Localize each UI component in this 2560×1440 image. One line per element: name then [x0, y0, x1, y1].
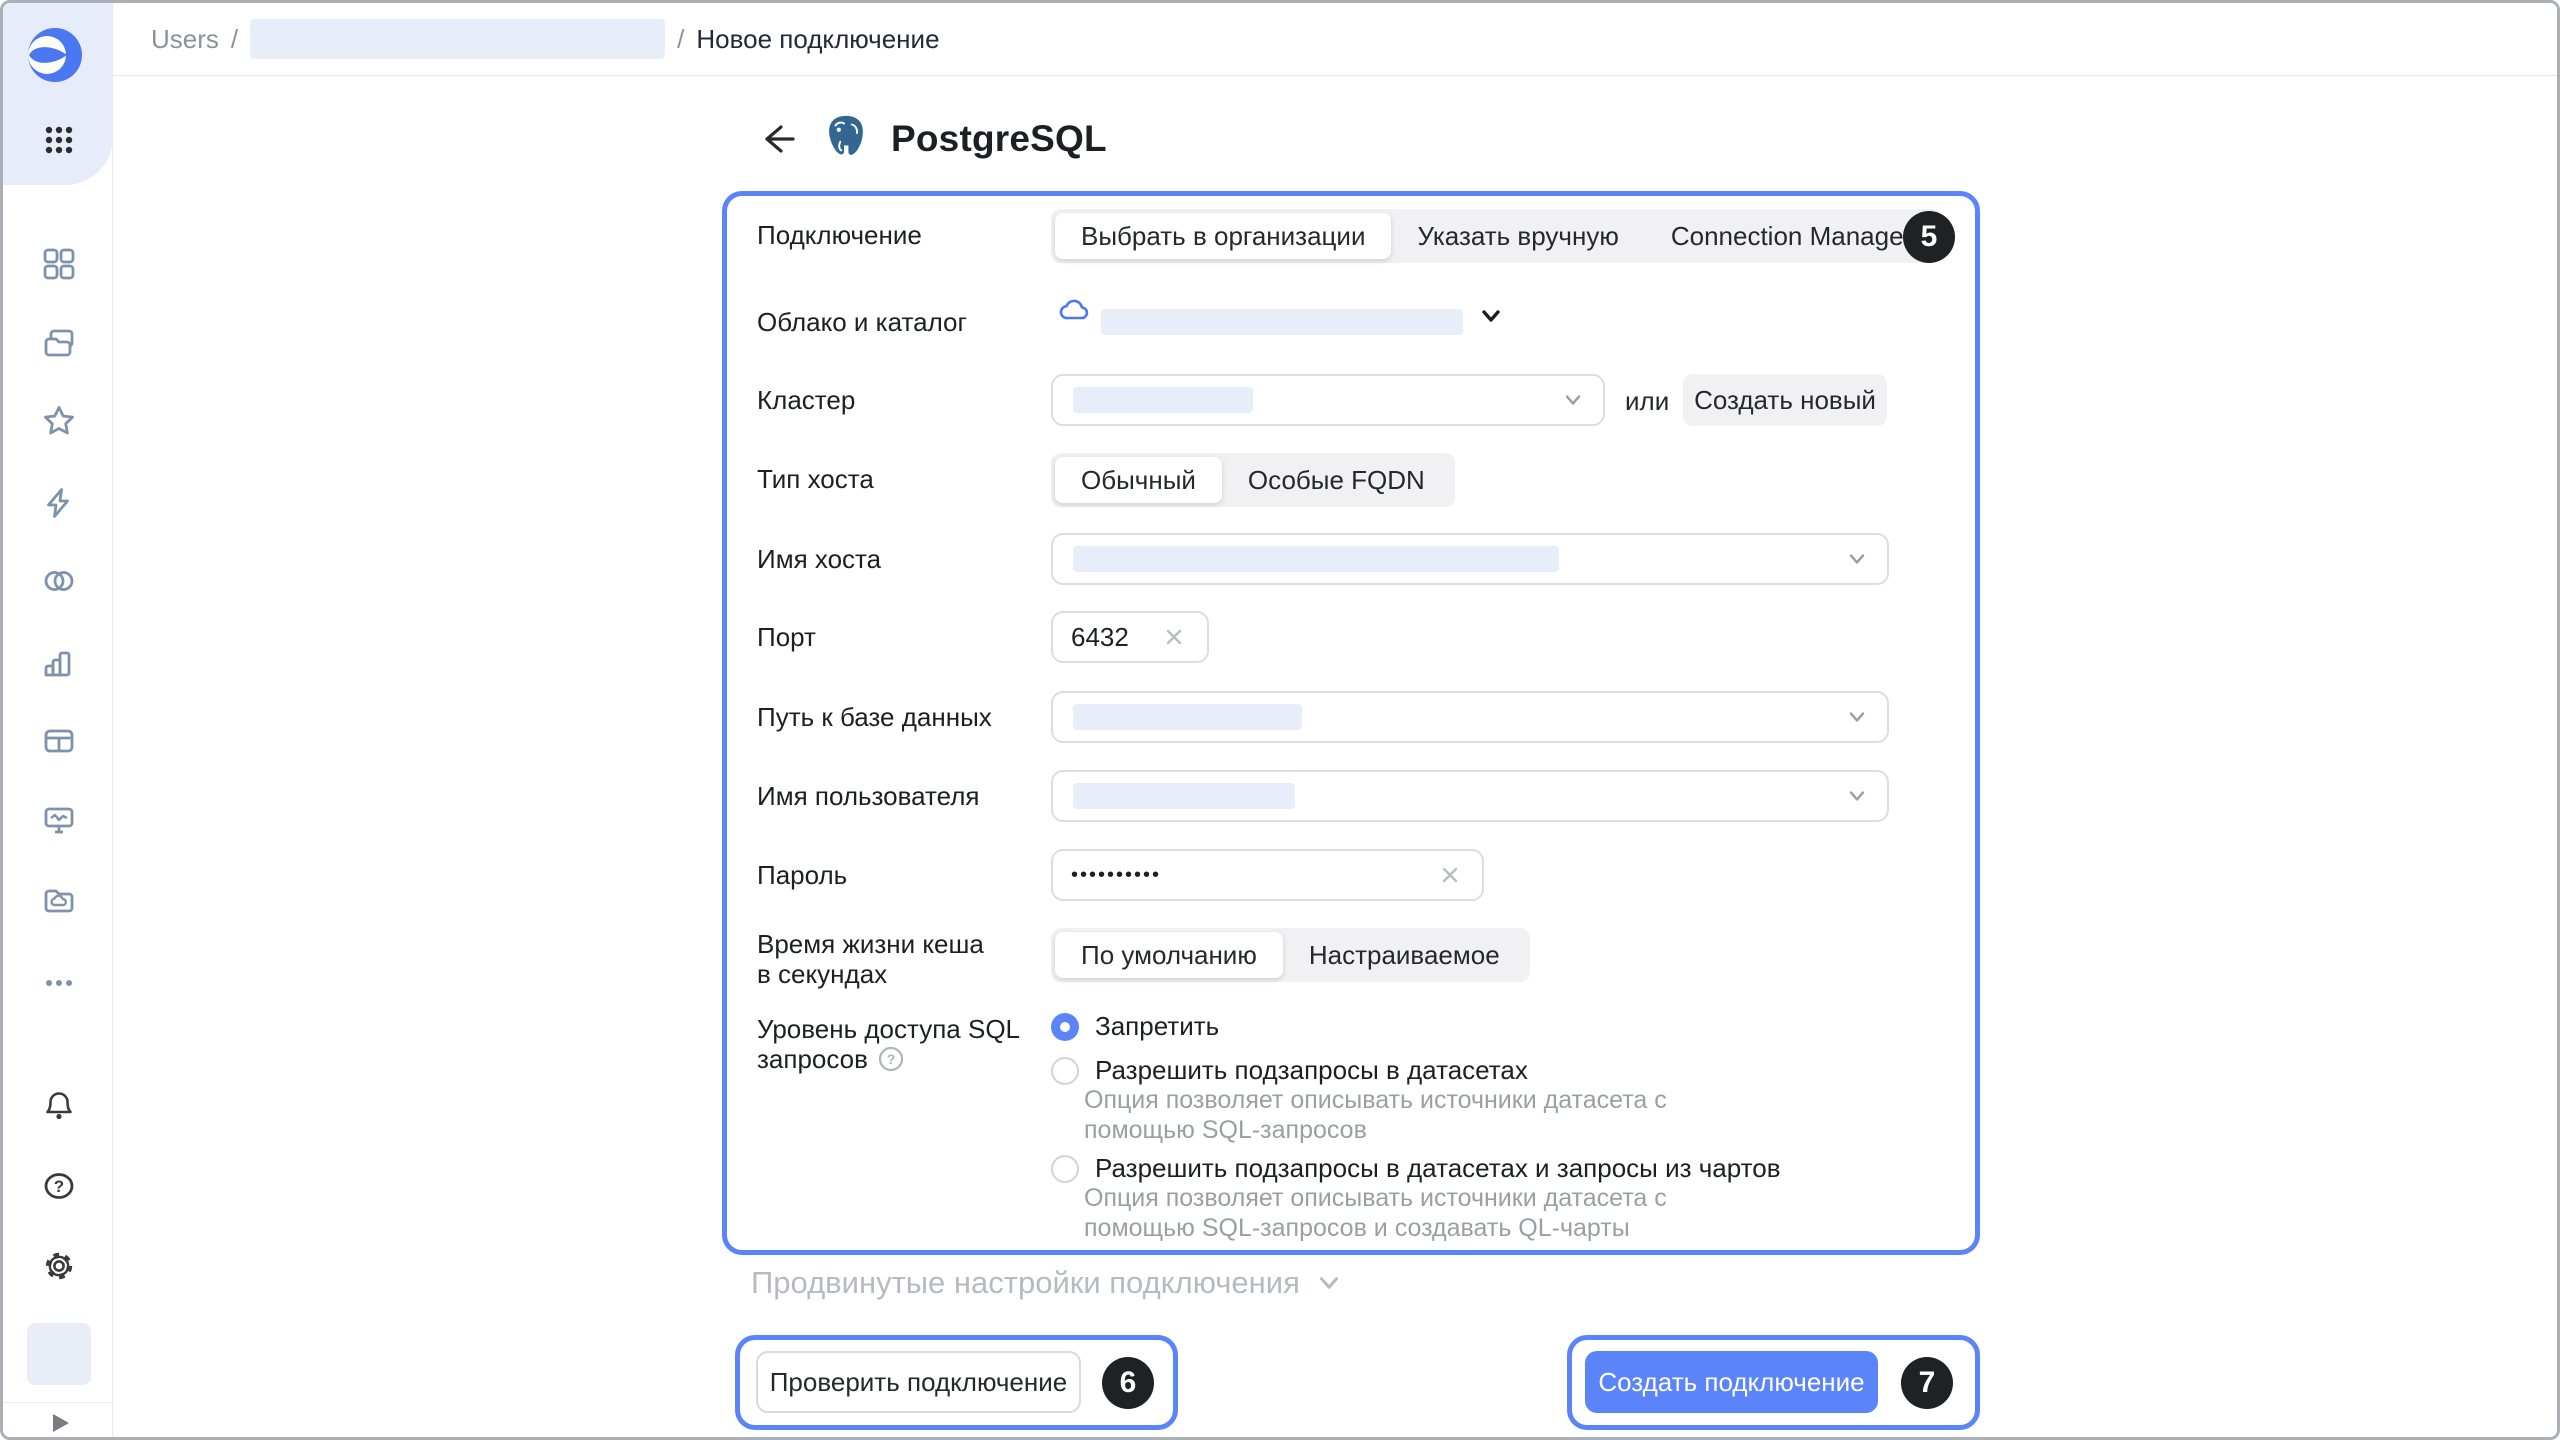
radio-description: Опция позволяет описывать источники дата… [1084, 1085, 1739, 1145]
app-window: ? Users / / Новое подключение [0, 0, 2560, 1440]
radio-unselected-icon[interactable] [1051, 1155, 1079, 1183]
segment-option-special-fqdn[interactable]: Особые FQDN [1222, 457, 1451, 503]
radio-option-deny[interactable]: Запретить [1051, 1011, 1219, 1042]
charts-bar-icon[interactable] [41, 645, 77, 681]
connection-form-panel: Подключение Выбрать в организации Указат… [722, 191, 1980, 1255]
chevron-down-icon [1845, 705, 1869, 729]
port-input[interactable] [1051, 611, 1209, 663]
editor-lightning-icon[interactable] [41, 485, 77, 521]
page-title: PostgreSQL [891, 118, 1107, 160]
segment-option-default[interactable]: По умолчанию [1055, 932, 1283, 978]
field-label-username: Имя пользователя [757, 781, 980, 811]
create-cluster-button[interactable]: Создать новый [1683, 374, 1887, 426]
field-label-connection: Подключение [757, 220, 922, 250]
more-ellipsis-icon[interactable] [41, 965, 77, 1001]
avatar[interactable] [27, 1323, 91, 1385]
datasets-rings-icon[interactable] [41, 563, 77, 599]
field-label-cluster: Кластер [757, 385, 855, 415]
connection-mode-segmented: Выбрать в организации Указать вручную Co… [1051, 209, 1942, 263]
field-label-port: Порт [757, 622, 816, 652]
collections-icon[interactable] [41, 325, 77, 361]
breadcrumb-root[interactable]: Users [151, 24, 219, 55]
radio-selected-icon[interactable] [1051, 1013, 1079, 1041]
chevron-down-icon [1561, 388, 1585, 412]
segment-option-connection-manager[interactable]: Connection Manager [1645, 213, 1938, 259]
hostname-redacted-value [1073, 546, 1559, 572]
field-label-db-path: Путь к базе данных [757, 702, 992, 732]
password-clear-x-icon[interactable] [1439, 864, 1461, 886]
advanced-settings-toggle[interactable]: Продвинутые настройки подключения [751, 1265, 1344, 1301]
breadcrumb-separator: / [231, 24, 238, 55]
db-path-select[interactable] [1051, 691, 1889, 743]
breadcrumb-separator: / [677, 24, 684, 55]
create-connection-button[interactable]: Создать подключение [1585, 1351, 1878, 1413]
cluster-redacted-value [1073, 387, 1253, 413]
username-select[interactable] [1051, 770, 1889, 822]
radio-option-allow-subqueries[interactable]: Разрешить подзапросы в датасетах [1051, 1055, 1528, 1086]
breadcrumb-redacted-value[interactable] [250, 19, 665, 59]
radio-unselected-icon[interactable] [1051, 1057, 1079, 1085]
field-label-hostname: Имя хоста [757, 544, 881, 574]
question-circle-icon[interactable]: ? [878, 1046, 904, 1072]
radio-option-allow-subqueries-and-charts[interactable]: Разрешить подзапросы в датасетах и запро… [1051, 1153, 1781, 1184]
breadcrumb: Users / / Новое подключение [151, 19, 940, 59]
cloud-folder-redacted-value[interactable] [1101, 309, 1463, 335]
host-type-segmented: Обычный Особые FQDN [1051, 453, 1455, 507]
cloud-icon [1057, 295, 1091, 330]
segment-option-select-in-org[interactable]: Выбрать в организации [1055, 213, 1391, 259]
favorites-star-icon[interactable] [41, 403, 77, 439]
segment-option-regular[interactable]: Обычный [1055, 457, 1222, 503]
monitoring-icon[interactable] [41, 803, 77, 839]
postgresql-logo-icon [823, 113, 869, 164]
expand-play-icon[interactable] [41, 1405, 77, 1440]
apps-grid-icon[interactable] [41, 122, 77, 158]
connection-header: PostgreSQL [753, 113, 1107, 164]
field-label-cache-ttl: Время жизни кеша в секундах [757, 929, 984, 989]
chevron-down-icon [1314, 1268, 1344, 1298]
breadcrumb-current: Новое подключение [696, 24, 939, 55]
field-label-host-type: Тип хоста [757, 464, 874, 494]
chevron-down-icon [1845, 784, 1869, 808]
annotation-step-badge-7: 7 [1901, 1357, 1953, 1409]
segment-option-custom[interactable]: Настраиваемое [1283, 932, 1526, 978]
segment-option-manual[interactable]: Указать вручную [1391, 213, 1644, 259]
datalens-logo[interactable] [25, 25, 85, 85]
or-text: или [1625, 386, 1669, 417]
topbar: Users / / Новое подключение [113, 3, 2557, 76]
port-clear-x-icon[interactable] [1163, 626, 1185, 648]
cloud-folder-icon[interactable] [41, 883, 77, 919]
dashboards-table-icon[interactable] [41, 723, 77, 759]
svg-text:?: ? [887, 1051, 896, 1067]
cloud-chevron-down-icon[interactable] [1477, 302, 1505, 335]
field-label-sql-access: Уровень доступа SQL запросов? [757, 1014, 1020, 1074]
back-arrow-icon[interactable] [753, 115, 801, 163]
chevron-down-icon [1845, 547, 1869, 571]
advanced-settings-label: Продвинутые настройки подключения [751, 1265, 1300, 1301]
db-path-redacted-value [1073, 704, 1302, 730]
help-icon[interactable]: ? [41, 1168, 77, 1204]
radio-description: Опция позволяет описывать источники дата… [1084, 1183, 1739, 1243]
sidebar-divider [3, 1402, 113, 1403]
check-connection-button[interactable]: Проверить подключение [756, 1351, 1081, 1413]
cluster-select[interactable] [1051, 374, 1605, 426]
sidebar: ? [3, 3, 113, 1437]
notifications-bell-icon[interactable] [41, 1088, 77, 1124]
dashboard-grid-icon[interactable] [41, 246, 77, 282]
annotation-step-badge-6: 6 [1102, 1357, 1154, 1409]
cache-ttl-segmented: По умолчанию Настраиваемое [1051, 928, 1530, 982]
svg-text:?: ? [54, 1177, 64, 1196]
annotation-step-badge-5: 5 [1903, 211, 1955, 263]
field-label-password: Пароль [757, 860, 847, 890]
field-label-cloud-folder: Облако и каталог [757, 307, 967, 337]
password-input[interactable] [1051, 849, 1484, 901]
hostname-select[interactable] [1051, 533, 1889, 585]
settings-gear-icon[interactable] [41, 1248, 77, 1284]
username-redacted-value [1073, 783, 1295, 809]
